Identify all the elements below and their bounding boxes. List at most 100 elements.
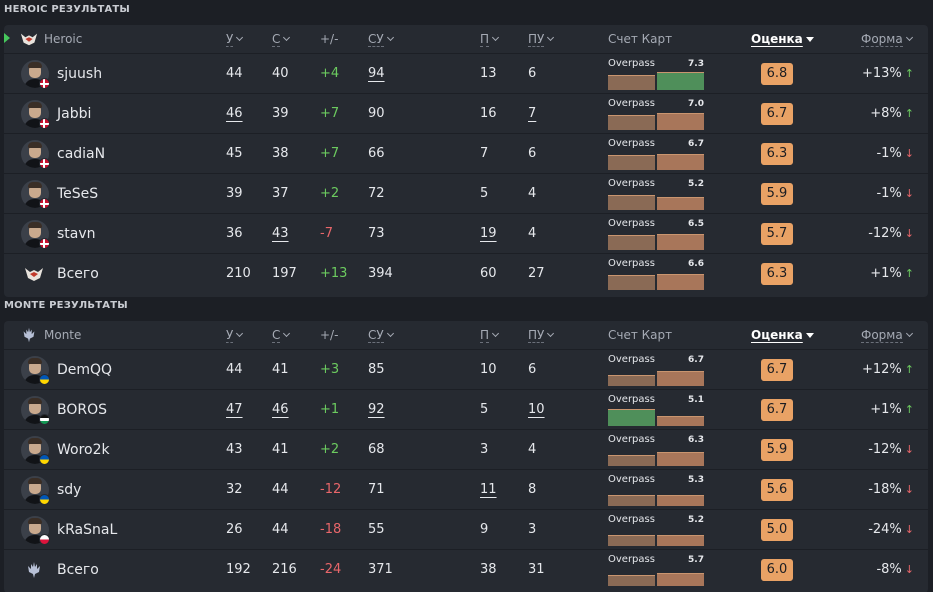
deaths-value-text: 38 xyxy=(272,146,289,161)
map-name: Overpass xyxy=(608,354,655,365)
adr-column-header[interactable]: СУ xyxy=(368,25,394,53)
deaths-column-header[interactable]: С xyxy=(272,25,291,53)
map-bar-right xyxy=(657,371,704,386)
team-name[interactable]: Monte xyxy=(44,321,81,349)
team-results-panel: Heroic У С +/- СУ П ПУ Счет Карт Оценка Форма sjuu… xyxy=(4,25,928,297)
first-deaths-column-header[interactable]: ПУ xyxy=(528,321,555,349)
form-column-header[interactable]: Форма xyxy=(861,321,913,349)
map-score-chart[interactable]: Overpass 6.6 xyxy=(608,258,704,290)
form-text: -24% xyxy=(868,522,902,537)
map-score-chart[interactable]: Overpass 7.0 xyxy=(608,98,704,130)
map-rating: 7.3 xyxy=(688,59,704,69)
map-score-chart[interactable]: Overpass 7.3 xyxy=(608,58,704,90)
player-row[interactable]: DemQQ 44 41 +3 85 10 6 Overpass 6.7 6.7 +12% ↑ xyxy=(4,349,928,389)
map-score-chart[interactable]: Overpass 6.3 xyxy=(608,434,704,466)
map-name: Overpass xyxy=(608,178,655,189)
map-bar-right xyxy=(657,113,704,130)
map-score-chart[interactable]: Overpass 6.7 xyxy=(608,138,704,170)
player-row[interactable]: sjuush 44 40 +4 94 13 6 Overpass 7.3 6.8 +13% ↑ xyxy=(4,53,928,93)
deaths-value-text: 44 xyxy=(272,482,289,497)
first-kills-column-header[interactable]: П xyxy=(480,25,500,53)
country-flag-icon xyxy=(39,534,50,545)
adr-value: 71 xyxy=(368,470,385,510)
first-deaths-value: 7 xyxy=(528,94,536,134)
player-row[interactable]: Woro2k 43 41 +2 68 3 4 Overpass 6.3 5.9 -12% ↓ xyxy=(4,429,928,469)
map-score-chart[interactable]: Overpass 6.7 xyxy=(608,354,704,386)
team-name[interactable]: Heroic xyxy=(44,25,82,53)
adr-value: 90 xyxy=(368,94,385,134)
first-deaths-value: 4 xyxy=(528,214,536,254)
map-bar-right xyxy=(657,72,704,90)
player-name[interactable]: cadiaN xyxy=(57,134,105,174)
map-score-chart[interactable]: Overpass 5.2 xyxy=(608,514,704,546)
diff-value: +7 xyxy=(320,134,339,174)
player-name[interactable]: sjuush xyxy=(57,54,102,94)
map-bar-left xyxy=(608,409,655,426)
map-score-chart[interactable]: Overpass 5.3 xyxy=(608,474,704,506)
adr-value-text: 371 xyxy=(368,562,393,577)
map-score-chart[interactable]: Overpass 5.1 xyxy=(608,394,704,426)
player-name[interactable]: BOROS xyxy=(57,390,107,430)
arrow-down-icon: ↓ xyxy=(904,187,914,200)
diff-value-text: +3 xyxy=(320,362,340,377)
map-rating: 5.7 xyxy=(688,555,704,565)
map-score-chart[interactable]: Overpass 5.7 xyxy=(608,554,704,586)
player-name[interactable]: Woro2k xyxy=(57,430,110,470)
form-value: +13% ↑ xyxy=(854,54,914,94)
player-row[interactable]: TeSeS 39 37 +2 72 5 4 Overpass 5.2 5.9 -1% ↓ xyxy=(4,173,928,213)
player-row[interactable]: sdy 32 44 -12 71 11 8 Overpass 5.3 5.6 -18% ↓ xyxy=(4,469,928,509)
form-text: -1% xyxy=(876,146,902,161)
player-row[interactable]: BOROS 47 46 +1 92 5 10 Overpass 5.1 6.7 +1% ↑ xyxy=(4,389,928,429)
form-column-label: Форма xyxy=(861,32,903,47)
map-score-chart[interactable]: Overpass 6.5 xyxy=(608,218,704,250)
deaths-value: 40 xyxy=(272,54,289,94)
expand-arrow-icon[interactable] xyxy=(4,33,10,43)
map-rating: 6.7 xyxy=(688,355,704,365)
player-name[interactable]: kRaSnaL xyxy=(57,510,117,550)
adr-value-text: 55 xyxy=(368,522,385,537)
first-deaths-value-text: 3 xyxy=(528,522,537,537)
map-name: Overpass xyxy=(608,218,655,229)
form-column-header[interactable]: Форма xyxy=(861,25,913,53)
kills-value-text: 39 xyxy=(226,186,243,201)
player-row[interactable]: Jabbi 46 39 +7 90 16 7 Overpass 7.0 6.7 +8% ↑ xyxy=(4,93,928,133)
diff-column-header[interactable]: +/- xyxy=(320,25,338,53)
rating-badge: 5.0 xyxy=(761,519,793,541)
diff-column-header[interactable]: +/- xyxy=(320,321,338,349)
player-name[interactable]: sdy xyxy=(57,470,81,510)
player-row[interactable]: cadiaN 45 38 +7 66 7 6 Overpass 6.7 6.3 -1% ↓ xyxy=(4,133,928,173)
first-kills-value: 7 xyxy=(480,134,488,174)
deaths-value-text: 216 xyxy=(272,562,297,577)
player-name[interactable]: stavn xyxy=(57,214,96,254)
kills-value-text: 46 xyxy=(226,106,243,121)
rating-column-header[interactable]: Оценка xyxy=(751,321,814,349)
player-name[interactable]: DemQQ xyxy=(57,350,112,390)
deaths-value: 41 xyxy=(272,430,289,470)
first-deaths-value-text: 6 xyxy=(528,362,537,377)
form-text: +8% xyxy=(870,106,902,121)
deaths-value-text: 197 xyxy=(272,266,297,281)
first-deaths-value-text: 27 xyxy=(528,266,545,281)
player-name[interactable]: TeSeS xyxy=(57,174,98,214)
first-kills-value-text: 16 xyxy=(480,106,497,121)
deaths-column-header[interactable]: С xyxy=(272,321,291,349)
first-deaths-value-text: 6 xyxy=(528,146,537,161)
player-name[interactable]: Jabbi xyxy=(57,94,91,134)
rating-column-header[interactable]: Оценка xyxy=(751,25,814,53)
deaths-value: 197 xyxy=(272,254,297,294)
player-row[interactable]: kRaSnaL 26 44 -18 55 9 3 Overpass 5.2 5.0 -24% ↓ xyxy=(4,509,928,549)
heroic-wings-icon xyxy=(20,30,38,51)
adr-value-text: 71 xyxy=(368,482,385,497)
kills-column-header[interactable]: У xyxy=(226,25,244,53)
adr-column-header[interactable]: СУ xyxy=(368,321,394,349)
rating-badge: 5.9 xyxy=(761,439,793,461)
kills-column-header[interactable]: У xyxy=(226,321,244,349)
team-total-row[interactable]: Всего 192 216 -24 371 38 31 Overpass 5.7 6.0 -8% ↓ xyxy=(4,549,928,589)
map-score-chart[interactable]: Overpass 5.2 xyxy=(608,178,704,210)
team-total-row[interactable]: Всего 210 197 +13 394 60 27 Overpass 6.6 6.3 +1% ↑ xyxy=(4,253,928,293)
first-kills-value: 3 xyxy=(480,430,488,470)
first-deaths-column-header[interactable]: ПУ xyxy=(528,25,555,53)
player-row[interactable]: stavn 36 43 -7 73 19 4 Overpass 6.5 5.7 -12% ↓ xyxy=(4,213,928,253)
first-kills-column-header[interactable]: П xyxy=(480,321,500,349)
deaths-value: 39 xyxy=(272,94,289,134)
